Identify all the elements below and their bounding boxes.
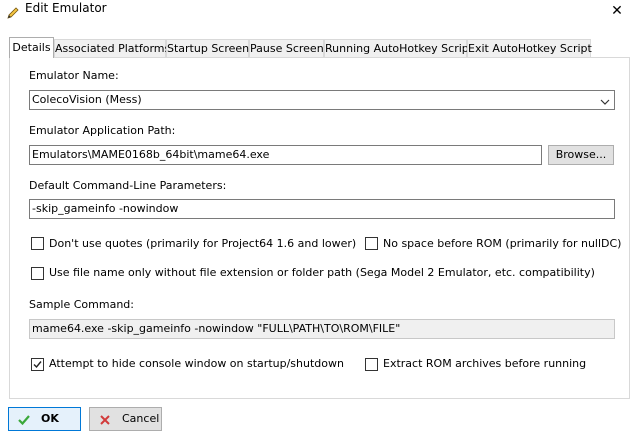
use-filename-label: Use file name only without file extensio… bbox=[49, 266, 595, 279]
pencil-icon bbox=[6, 6, 20, 20]
cmdline-input[interactable]: -skip_gameinfo -nowindow bbox=[29, 199, 615, 219]
tab-details[interactable]: Details bbox=[9, 37, 54, 58]
cancel-button[interactable]: Cancel bbox=[89, 407, 162, 431]
app-path-input[interactable]: Emulators\MAME0168b_64bit\mame64.exe bbox=[29, 145, 542, 165]
no-space-checkbox[interactable] bbox=[365, 237, 378, 250]
hide-console-label: Attempt to hide console window on startu… bbox=[49, 357, 344, 370]
cmdline-label: Default Command-Line Parameters: bbox=[29, 179, 227, 192]
sample-command-field: mame64.exe -skip_gameinfo -nowindow "FUL… bbox=[29, 319, 615, 339]
tab-pause-screen[interactable]: Pause Screen bbox=[249, 39, 324, 57]
dont-use-quotes-checkbox[interactable] bbox=[31, 237, 44, 250]
use-filename-checkbox[interactable] bbox=[31, 267, 44, 280]
tab-associated-platforms[interactable]: Associated Platforms bbox=[54, 39, 170, 57]
hide-console-checkbox[interactable] bbox=[31, 358, 44, 371]
cancel-label: Cancel bbox=[122, 412, 160, 425]
checkmark-icon bbox=[33, 361, 42, 369]
chevron-down-icon[interactable] bbox=[600, 95, 610, 105]
no-space-label: No space before ROM (primarily for nullD… bbox=[383, 237, 622, 250]
emulator-name-value: ColecoVision (Mess) bbox=[32, 93, 142, 106]
sample-command-label: Sample Command: bbox=[29, 298, 134, 311]
title-bar: Edit Emulator ✕ bbox=[0, 0, 637, 30]
app-path-value: Emulators\MAME0168b_64bit\mame64.exe bbox=[32, 148, 270, 161]
tab-startup-screen[interactable]: Startup Screen bbox=[166, 39, 249, 57]
ok-label: OK bbox=[41, 412, 59, 425]
tab-running-autohotkey-script[interactable]: Running AutoHotkey Script bbox=[324, 39, 473, 57]
sample-command-value: mame64.exe -skip_gameinfo -nowindow "FUL… bbox=[32, 322, 401, 335]
close-button[interactable]: ✕ bbox=[597, 0, 637, 22]
ok-button[interactable]: OK bbox=[8, 407, 81, 431]
window-title: Edit Emulator bbox=[25, 1, 107, 15]
dont-use-quotes-label: Don't use quotes (primarily for Project6… bbox=[49, 237, 357, 250]
extract-rom-checkbox[interactable] bbox=[365, 358, 378, 371]
browse-button[interactable]: Browse... bbox=[548, 145, 614, 165]
checkmark-icon bbox=[17, 413, 31, 427]
extract-rom-label: Extract ROM archives before running bbox=[383, 357, 587, 370]
app-path-label: Emulator Application Path: bbox=[29, 124, 176, 137]
cmdline-value: -skip_gameinfo -nowindow bbox=[32, 202, 179, 215]
emulator-name-label: Emulator Name: bbox=[29, 69, 119, 82]
close-icon bbox=[98, 413, 112, 427]
tab-exit-autohotkey-script[interactable]: Exit AutoHotkey Script bbox=[467, 39, 592, 57]
emulator-name-combobox[interactable]: ColecoVision (Mess) bbox=[29, 90, 615, 110]
